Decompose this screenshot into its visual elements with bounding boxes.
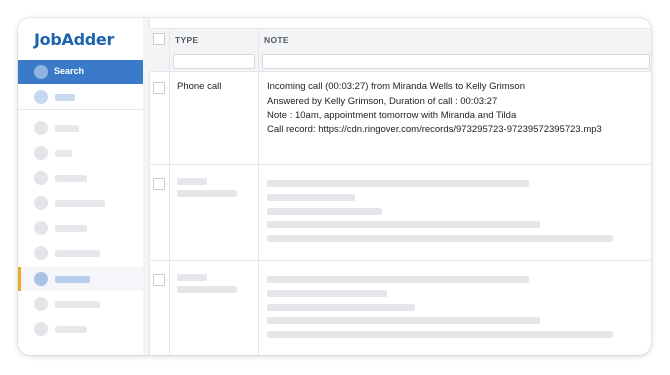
- column-header-type[interactable]: TYPE: [175, 35, 198, 45]
- table-header: [149, 28, 651, 52]
- sidebar: JobAdder Search: [18, 18, 144, 355]
- placeholder-text: [177, 190, 237, 197]
- note-line: Call record: https://cdn.ringover.com/re…: [267, 124, 602, 135]
- column-divider: [258, 28, 259, 355]
- sidebar-divider: [18, 109, 143, 110]
- note-line: Incoming call (00:03:27) from Miranda We…: [267, 81, 526, 92]
- type-filter-input[interactable]: [173, 54, 255, 69]
- placeholder-label: [55, 94, 75, 101]
- placeholder-text: [177, 274, 207, 281]
- nav-icon: [34, 272, 48, 286]
- placeholder-text: [267, 221, 540, 228]
- nav-icon: [34, 146, 48, 160]
- sidebar-item[interactable]: [18, 85, 143, 109]
- placeholder-text: [267, 317, 540, 324]
- placeholder-text: [267, 235, 613, 242]
- row-divider: [149, 164, 651, 165]
- nav-icon: [34, 246, 48, 260]
- sidebar-item[interactable]: [18, 216, 143, 240]
- nav-icon: [34, 90, 48, 104]
- note-filter-input[interactable]: [262, 54, 650, 69]
- sidebar-item[interactable]: [18, 317, 143, 341]
- placeholder-text: [267, 180, 529, 187]
- column-header-note[interactable]: NOTE: [264, 35, 289, 45]
- sidebar-item[interactable]: [18, 241, 143, 265]
- placeholder-text: [267, 276, 529, 283]
- note-line: Answered by Kelly Grimson, Duration of c…: [267, 96, 498, 107]
- sidebar-item[interactable]: [18, 292, 143, 316]
- sidebar-item[interactable]: [18, 191, 143, 215]
- row-checkbox[interactable]: [153, 178, 165, 190]
- placeholder-label: [55, 326, 87, 333]
- placeholder-label: [55, 200, 105, 207]
- select-all-checkbox[interactable]: [153, 33, 165, 45]
- nav-icon: [34, 171, 48, 185]
- sidebar-item-selected[interactable]: [18, 267, 143, 291]
- placeholder-text: [177, 178, 207, 185]
- nav-icon: [34, 221, 48, 235]
- app-logo: JobAdder: [34, 30, 115, 49]
- search-icon: [34, 65, 48, 79]
- placeholder-label: [55, 276, 90, 283]
- column-divider: [169, 28, 170, 355]
- nav-icon: [34, 322, 48, 336]
- row-checkbox[interactable]: [153, 82, 165, 94]
- placeholder-label: [55, 175, 87, 182]
- activity-table: TYPE NOTE Phone call Incoming call (00:0…: [143, 18, 651, 355]
- placeholder-text: [177, 286, 237, 293]
- row-type: Phone call: [177, 81, 222, 92]
- note-line: Note : 10am, appointment tomorrow with M…: [267, 110, 517, 121]
- sidebar-item[interactable]: [18, 141, 143, 165]
- placeholder-label: [55, 250, 100, 257]
- nav-icon: [34, 121, 48, 135]
- placeholder-text: [267, 304, 415, 311]
- row-checkbox[interactable]: [153, 274, 165, 286]
- placeholder-label: [55, 225, 87, 232]
- placeholder-text: [267, 194, 355, 201]
- sidebar-item[interactable]: [18, 116, 143, 140]
- sidebar-item[interactable]: [18, 166, 143, 190]
- sidebar-item-label: Search: [54, 66, 85, 76]
- row-divider: [149, 260, 651, 261]
- nav-icon: [34, 196, 48, 210]
- placeholder-label: [55, 150, 72, 157]
- nav-icon: [34, 297, 48, 311]
- app-window: JobAdder Search TYPE NOTE Phone call Inc…: [18, 18, 651, 355]
- placeholder-label: [55, 301, 100, 308]
- placeholder-text: [267, 290, 387, 297]
- placeholder-text: [267, 208, 382, 215]
- placeholder-text: [267, 331, 613, 338]
- placeholder-label: [55, 125, 79, 132]
- sidebar-item-search[interactable]: Search: [18, 60, 143, 84]
